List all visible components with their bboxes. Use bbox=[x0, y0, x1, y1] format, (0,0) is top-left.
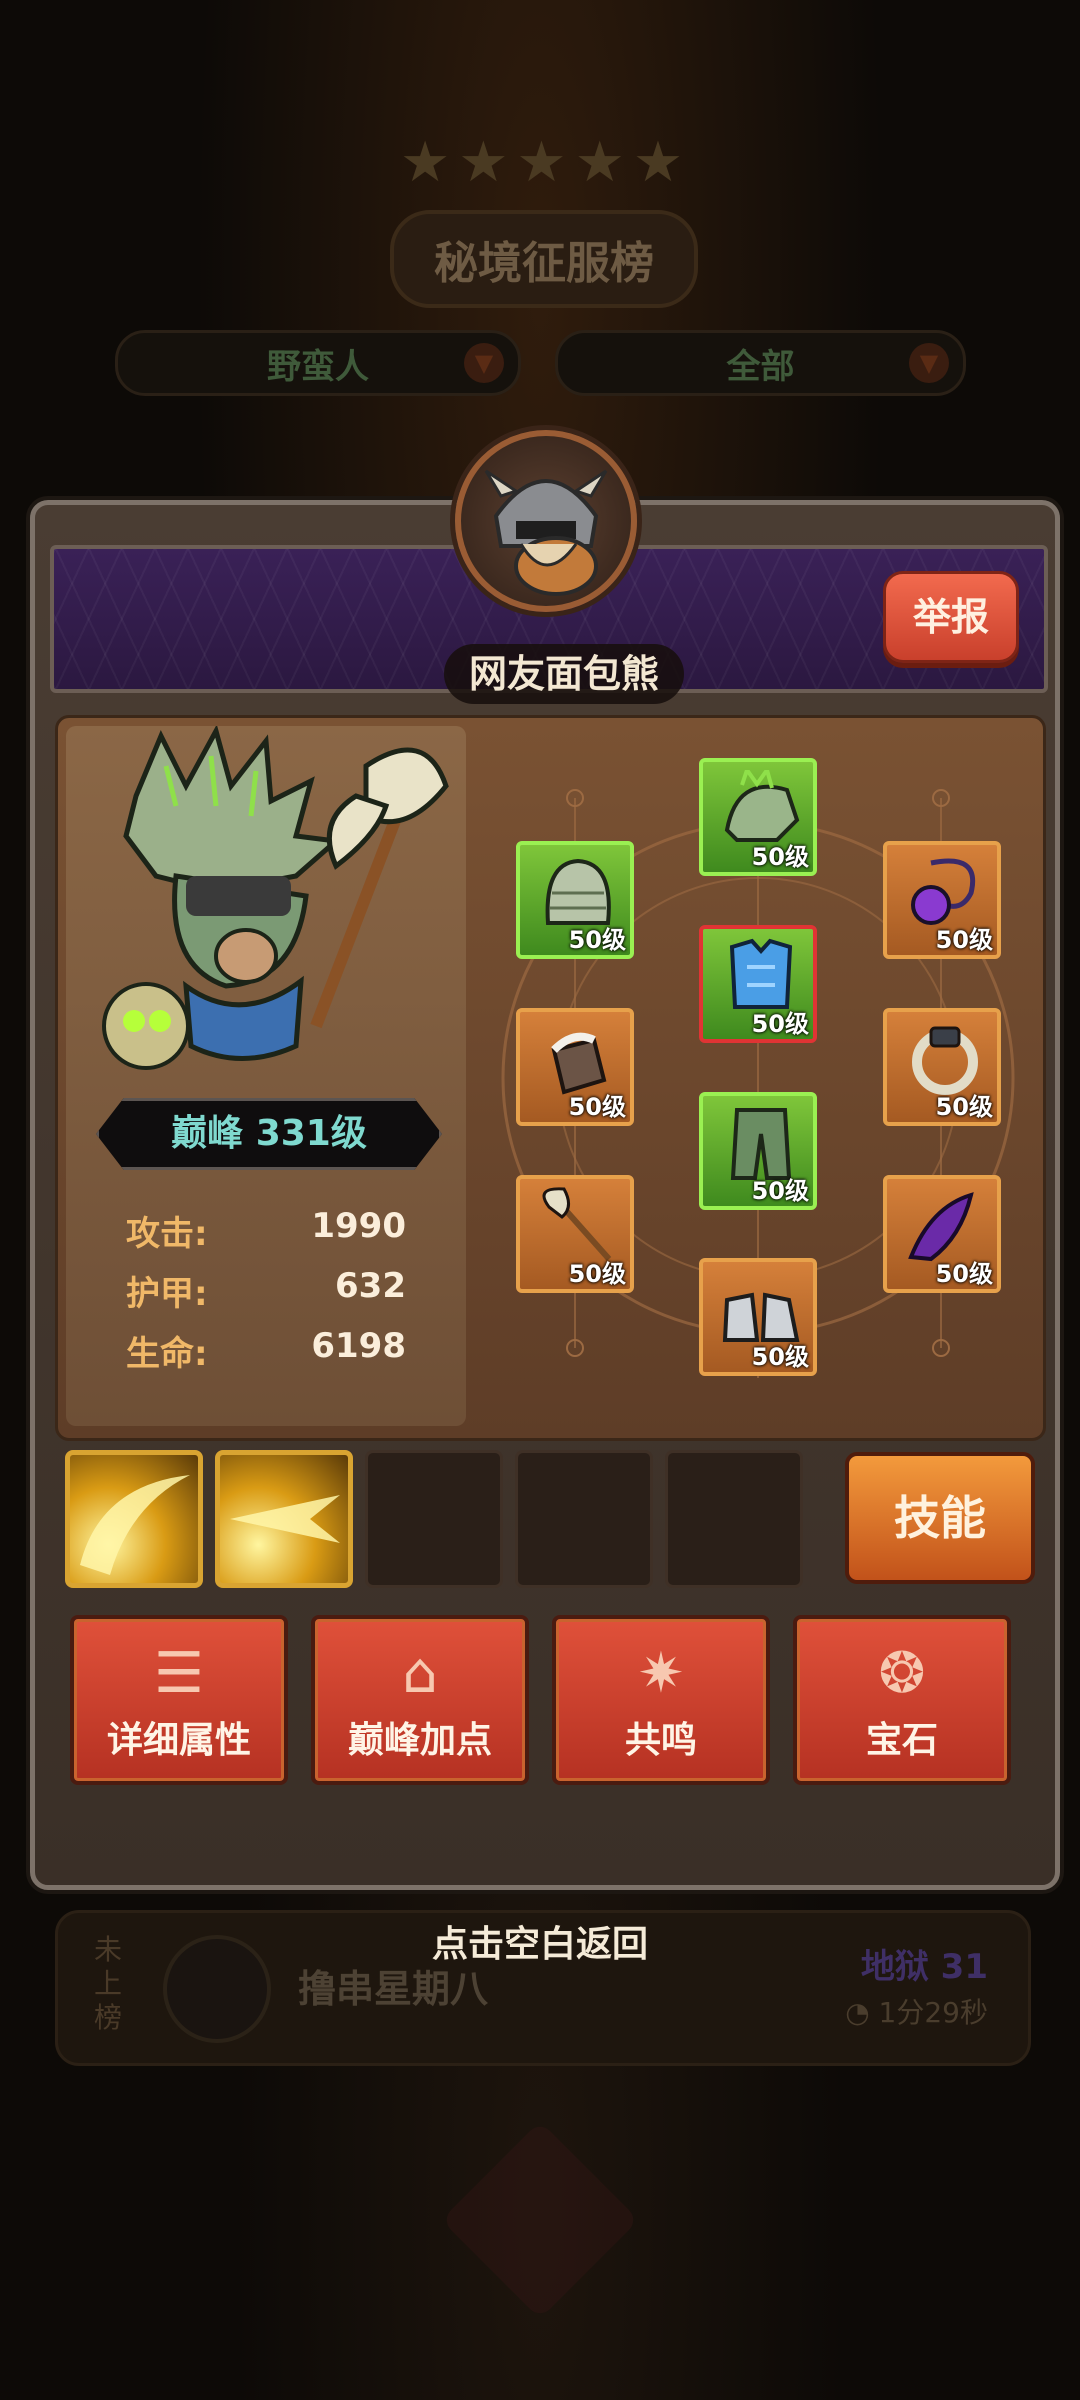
item-level: 50级 bbox=[751, 1010, 809, 1038]
equip-slot-chest[interactable]: 50级 bbox=[699, 925, 817, 1043]
helmet-avatar-icon bbox=[484, 469, 608, 596]
stat-label: 攻击: bbox=[126, 1214, 208, 1254]
report-button[interactable]: 举报 bbox=[883, 571, 1019, 663]
skill-slot-2[interactable] bbox=[215, 1450, 353, 1588]
star-burst-icon: ✷ bbox=[637, 1641, 685, 1706]
class-filter-dropdown[interactable]: 野蛮人 ▼ bbox=[115, 330, 521, 396]
skills-button[interactable]: 技能 bbox=[845, 1452, 1035, 1584]
equip-slot-offhand[interactable]: 50级 bbox=[883, 1175, 1001, 1293]
house-plus-icon: ⌂ bbox=[402, 1641, 438, 1706]
scope-filter-dropdown[interactable]: 全部 ▼ bbox=[555, 330, 966, 396]
equip-slot-ring[interactable]: 50级 bbox=[883, 1008, 1001, 1126]
item-level: 50级 bbox=[751, 1343, 809, 1371]
player-detail-dialog: 网友面包熊 举报 巅峰 331级 攻击: 1990 护甲: 632 生命: 61… bbox=[30, 430, 1060, 1890]
detailed-stats-button[interactable]: ☰ 详细属性 bbox=[70, 1615, 288, 1785]
equip-slot-helmet[interactable]: 50级 bbox=[699, 758, 817, 876]
skill-slot-5[interactable] bbox=[665, 1450, 803, 1588]
equip-slot-pants[interactable]: 50级 bbox=[699, 1092, 817, 1210]
rating-stars-icon: ★★★★★ bbox=[400, 130, 692, 195]
skill-slot-3[interactable] bbox=[365, 1450, 503, 1588]
item-level: 50级 bbox=[568, 1093, 626, 1121]
stats-panel: 巅峰 331级 攻击: 1990 护甲: 632 生命: 6198 bbox=[66, 726, 466, 1426]
equip-slot-boots[interactable]: 50级 bbox=[699, 1258, 817, 1376]
skill-slot-4[interactable] bbox=[515, 1450, 653, 1588]
player-name: 网友面包熊 bbox=[444, 644, 684, 704]
burst-skill-icon bbox=[230, 1495, 340, 1543]
action-label: 详细属性 bbox=[106, 1720, 251, 1761]
stat-value: 1990 bbox=[311, 1206, 406, 1246]
item-level: 50级 bbox=[935, 1093, 993, 1121]
class-filter-label: 野蛮人 bbox=[267, 346, 369, 387]
action-label: 共鸣 bbox=[624, 1720, 697, 1761]
skill-slot-1[interactable] bbox=[65, 1450, 203, 1588]
equip-slot-shoulder[interactable]: 50级 bbox=[516, 841, 634, 959]
equip-slot-amulet[interactable]: 50级 bbox=[883, 841, 1001, 959]
stat-label: 护甲: bbox=[126, 1274, 208, 1314]
gems-button[interactable]: ❂ 宝石 bbox=[793, 1615, 1011, 1785]
paragon-rank-badge: 巅峰 331级 bbox=[96, 1098, 442, 1170]
action-label: 巅峰加点 bbox=[347, 1720, 492, 1761]
skill-bar: 技能 bbox=[65, 1450, 1035, 1590]
action-label: 宝石 bbox=[865, 1720, 938, 1761]
leaderboard-title: 秘境征服榜 bbox=[390, 210, 698, 308]
tap-to-return-hint: 点击空白返回 bbox=[431, 1924, 648, 1965]
item-level: 50级 bbox=[568, 1260, 626, 1288]
stat-value: 632 bbox=[335, 1266, 406, 1306]
paragon-points-button[interactable]: ⌂ 巅峰加点 bbox=[311, 1615, 529, 1785]
row-clear-time: ◔ 1分29秒 bbox=[845, 1996, 988, 2029]
gem-ring-icon: ❂ bbox=[878, 1641, 926, 1706]
stat-armor: 护甲: 632 bbox=[126, 1266, 446, 1316]
hero-panel: 巅峰 331级 攻击: 1990 护甲: 632 生命: 6198 50级 50… bbox=[55, 715, 1046, 1441]
item-level: 50级 bbox=[935, 926, 993, 954]
resonance-button[interactable]: ✷ 共鸣 bbox=[552, 1615, 770, 1785]
scope-filter-label: 全部 bbox=[726, 346, 795, 387]
stat-label: 生命: bbox=[126, 1334, 208, 1374]
equip-slot-gloves[interactable]: 50级 bbox=[516, 1008, 634, 1126]
item-level: 50级 bbox=[751, 843, 809, 871]
item-level: 50级 bbox=[568, 926, 626, 954]
stat-attack: 攻击: 1990 bbox=[126, 1206, 446, 1256]
equipment-grid: 50级 50级 50级 50级 50级 50级 50级 50级 50级 50级 bbox=[478, 718, 1038, 1438]
item-level: 50级 bbox=[935, 1260, 993, 1288]
chevron-down-icon: ▼ bbox=[464, 343, 504, 383]
slash-skill-icon bbox=[80, 1475, 190, 1575]
item-level: 50级 bbox=[751, 1177, 809, 1205]
avatar[interactable] bbox=[455, 430, 637, 612]
chevron-down-icon: ▼ bbox=[909, 343, 949, 383]
list-icon: ☰ bbox=[153, 1641, 205, 1706]
hero-character-icon bbox=[102, 726, 449, 1070]
stat-value: 6198 bbox=[311, 1326, 406, 1366]
stat-life: 生命: 6198 bbox=[126, 1326, 446, 1376]
equip-slot-weapon[interactable]: 50级 bbox=[516, 1175, 634, 1293]
